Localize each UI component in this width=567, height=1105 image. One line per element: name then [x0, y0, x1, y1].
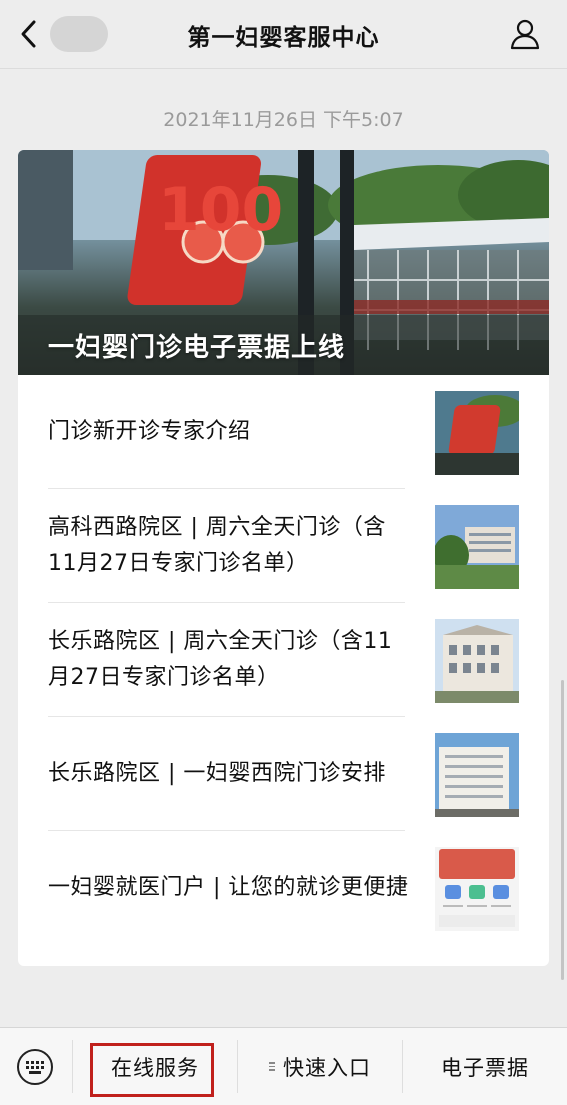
article-title: 门诊新开诊专家介绍 — [48, 419, 251, 444]
highlight-box — [90, 1043, 214, 1097]
article-card[interactable]: 100 一妇婴门诊电子票据上线 门诊新开诊专家介绍 高科西路院区 | 周六全天门… — [18, 150, 549, 966]
article-title: 长乐路院区 | 周六全天门诊（含11月27日专家门诊名单） — [48, 629, 393, 690]
bottom-menu-bar: 在线服务 快速入口 电子票据 — [0, 1027, 567, 1105]
article-thumbnail — [435, 847, 519, 931]
article-thumbnail — [435, 619, 519, 703]
article-thumbnail — [435, 505, 519, 589]
hero-badge-text: 100 — [158, 175, 283, 245]
list-item[interactable]: 长乐路院区 | 周六全天门诊（含11月27日专家门诊名单） — [18, 603, 549, 717]
user-icon[interactable] — [509, 18, 541, 50]
list-item[interactable]: 长乐路院区 | 一妇婴西院门诊安排 — [18, 717, 549, 831]
list-item[interactable]: 高科西路院区 | 周六全天门诊（含11月27日专家门诊名单） — [18, 489, 549, 603]
keyboard-icon[interactable] — [17, 1049, 53, 1085]
scrollbar[interactable] — [561, 680, 564, 980]
article-title: 一妇婴就医门户 | 让您的就诊更便捷 — [48, 875, 409, 900]
list-item[interactable]: 一妇婴就医门户 | 让您的就诊更便捷 — [18, 831, 549, 945]
article-thumbnail — [435, 391, 519, 475]
article-title: 长乐路院区 | 一妇婴西院门诊安排 — [48, 761, 386, 786]
page-title: 第一妇婴客服中心 — [187, 25, 380, 51]
hero-article[interactable]: 100 一妇婴门诊电子票据上线 — [18, 150, 549, 375]
submenu-lines-icon — [269, 1060, 275, 1073]
list-item[interactable]: 门诊新开诊专家介绍 — [18, 375, 549, 489]
article-title: 高科西路院区 | 周六全天门诊（含11月27日专家门诊名单） — [48, 515, 386, 576]
menu-quick-entry-label: 快速入口 — [283, 1055, 371, 1080]
hero-title: 一妇婴门诊电子票据上线 — [48, 333, 346, 363]
article-thumbnail — [435, 733, 519, 817]
message-timestamp: 2021年11月26日 下午5:07 — [163, 109, 404, 131]
menu-e-receipt[interactable]: 电子票据 — [403, 1028, 567, 1105]
menu-quick-entry[interactable]: 快速入口 — [238, 1028, 402, 1105]
top-nav-bar: 第一妇婴客服中心 — [0, 0, 567, 69]
